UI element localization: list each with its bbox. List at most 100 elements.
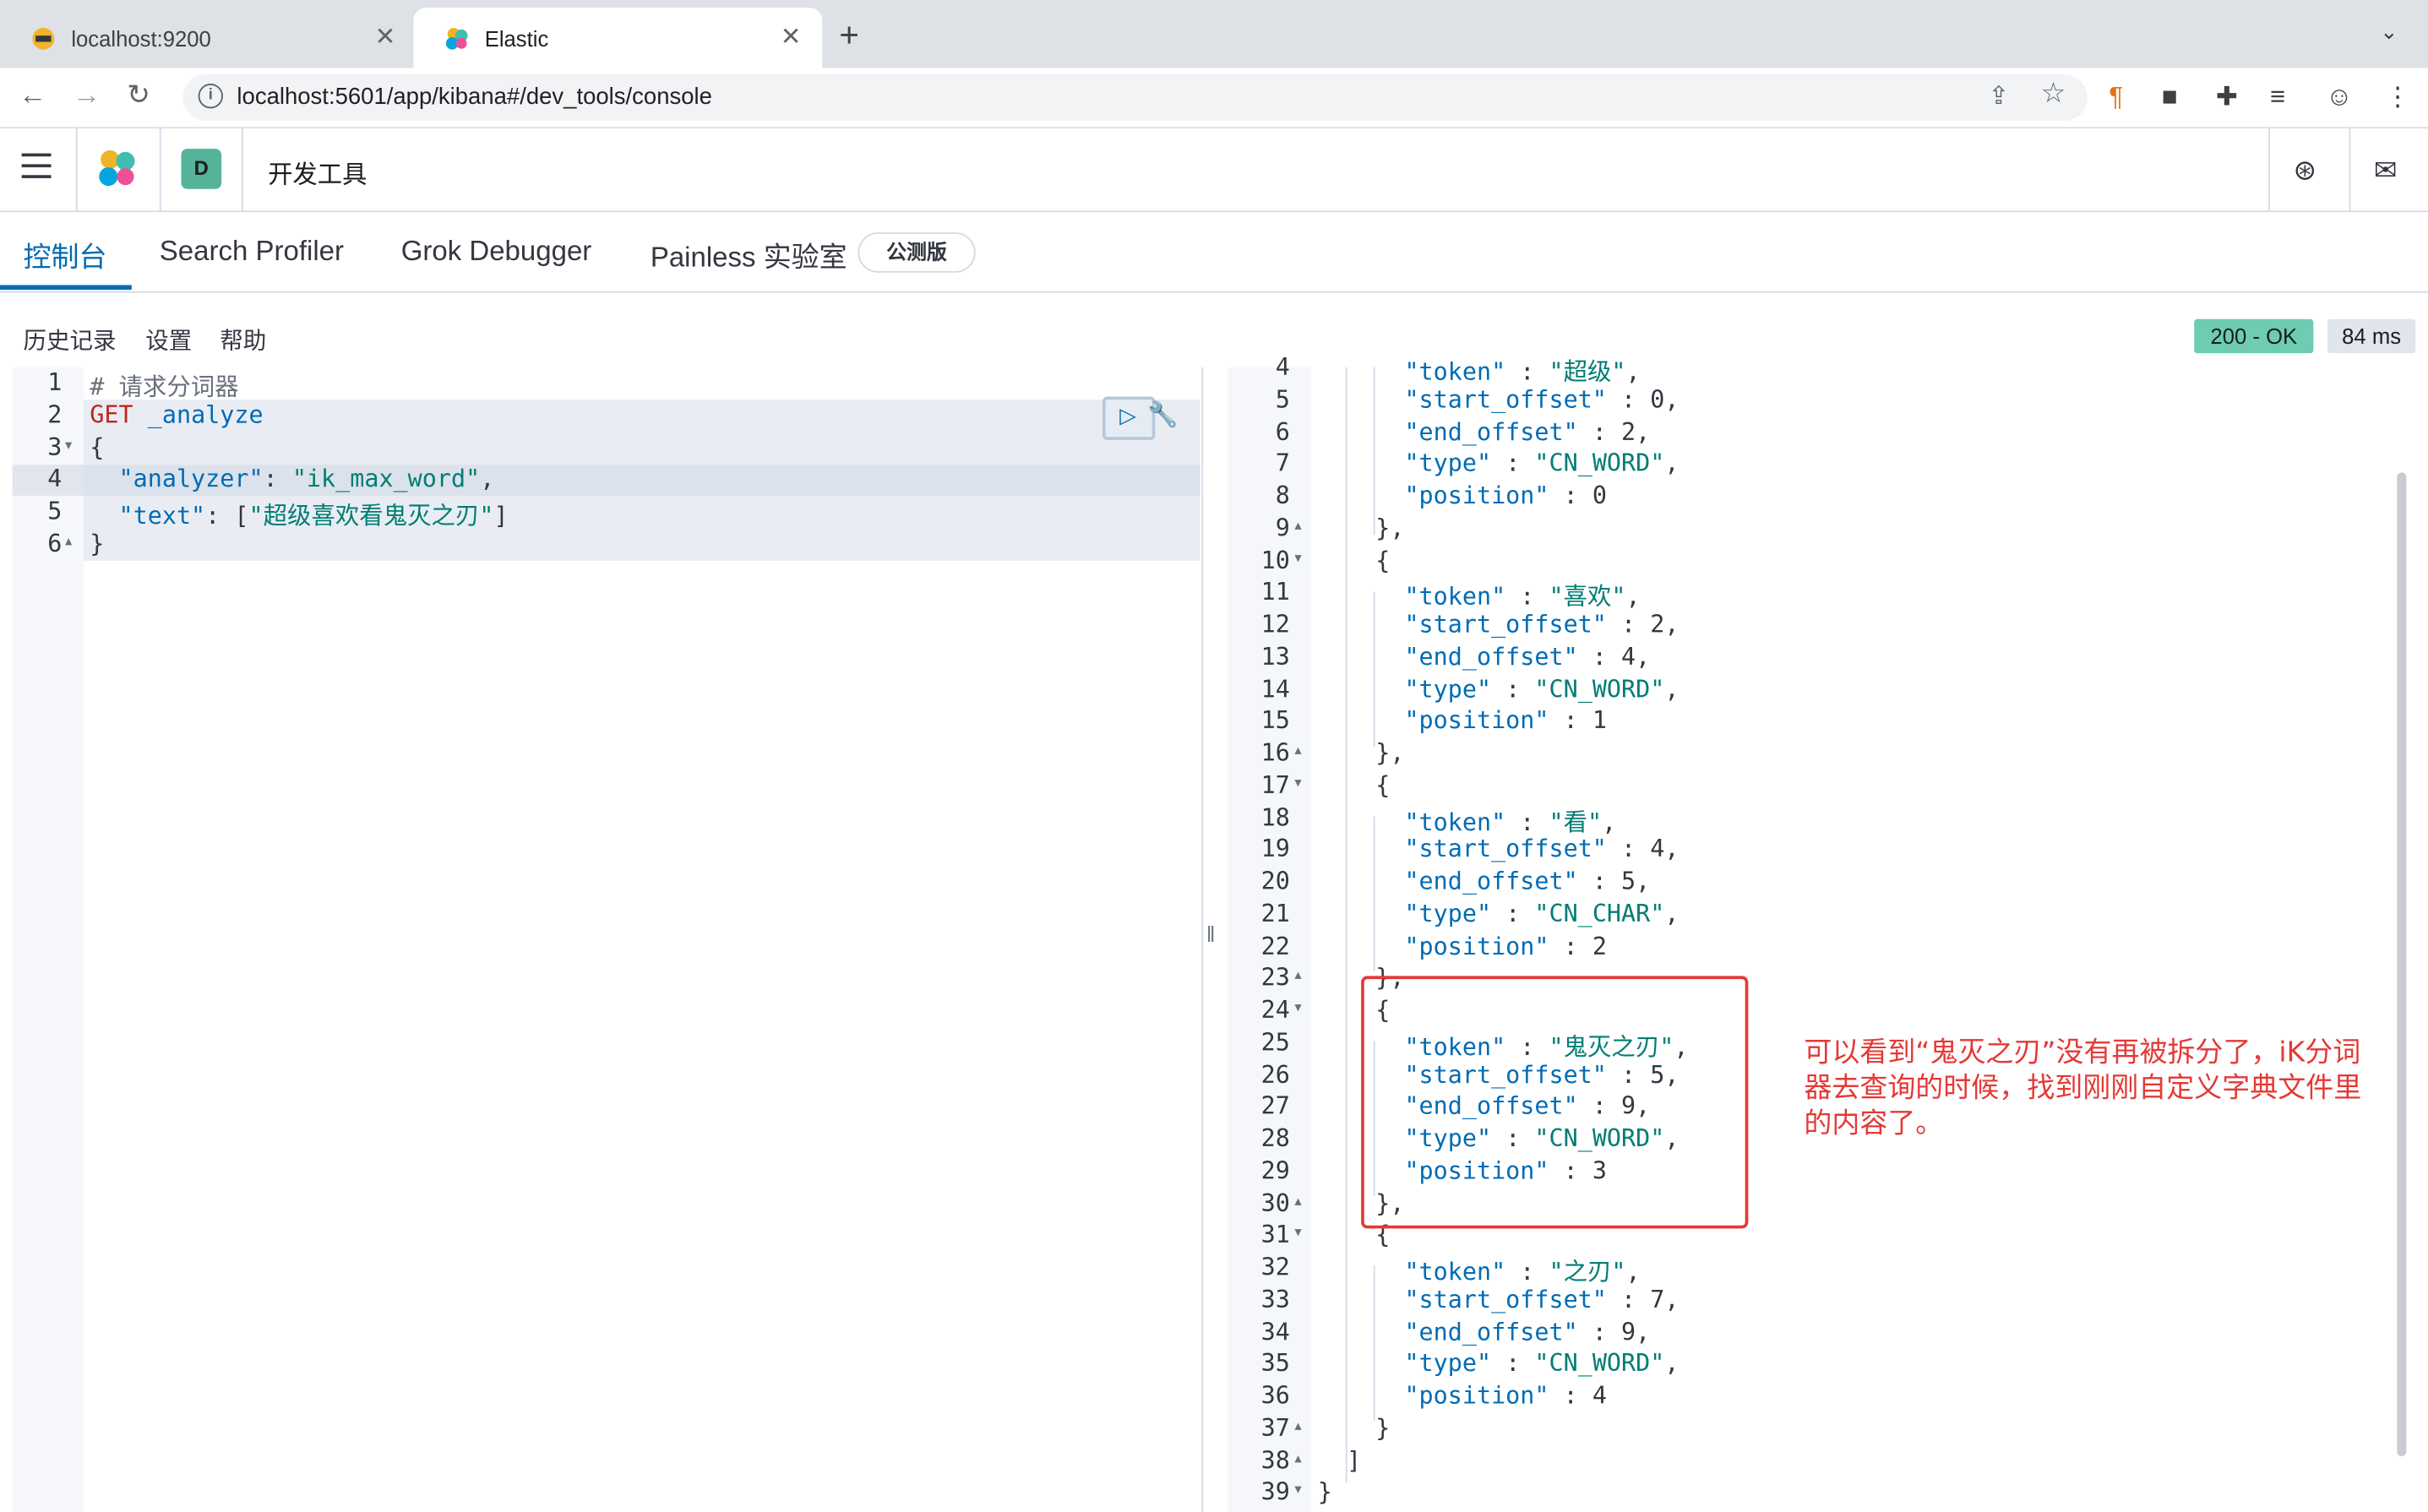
new-tab-button[interactable]: + [839, 15, 859, 56]
fold-toggle-icon[interactable]: ▾ [1294, 999, 1301, 1016]
site-info-icon[interactable]: i [198, 84, 223, 109]
indent-guide [1345, 367, 1347, 1483]
fold-toggle-icon[interactable]: ▴ [1294, 742, 1301, 759]
response-code-line: } [1317, 1414, 1391, 1443]
line-number: 31 [1260, 1221, 1290, 1249]
request-code-line[interactable]: "analyzer": "ik_max_word", [90, 465, 495, 493]
line-number: 18 [1260, 802, 1290, 831]
fold-toggle-icon[interactable]: ▾ [1294, 549, 1301, 566]
line-number: 6 [47, 530, 63, 558]
menu-hamburger-icon[interactable] [21, 153, 52, 187]
indent-guide [1373, 367, 1375, 535]
response-scrollbar[interactable] [2397, 472, 2407, 1456]
profile-avatar-icon[interactable]: ☺ [2326, 82, 2353, 113]
pilcrow-extension-icon[interactable]: ¶ [2109, 82, 2123, 113]
fold-toggle-icon[interactable]: ▴ [65, 533, 72, 550]
response-code-line: { [1317, 770, 1391, 799]
response-code-line: "position" : 4 [1404, 1381, 1607, 1410]
request-code-line[interactable]: { [90, 433, 104, 461]
response-code-line: "start_offset" : 4, [1404, 835, 1679, 864]
history-link[interactable]: 历史记录 [23, 324, 116, 356]
line-number: 28 [1260, 1124, 1290, 1153]
extensions-puzzle-icon[interactable]: ✚ [2216, 82, 2238, 113]
response-code-line: "type" : "CN_WORD", [1404, 1349, 1679, 1378]
tab-painless-lab[interactable]: Painless 实验室 [651, 236, 847, 276]
close-tab-icon[interactable]: ✕ [781, 22, 802, 53]
response-code-line: "token" : "看", [1404, 808, 1617, 836]
kibana-header: D 开发工具 ⊛ ✉ [0, 128, 2428, 213]
line-number: 4 [47, 465, 63, 493]
fold-toggle-icon[interactable]: ▴ [1294, 1417, 1301, 1434]
line-number: 26 [1260, 1060, 1290, 1089]
tab-console[interactable]: 控制台 [23, 236, 106, 276]
line-number: 23 [1260, 964, 1290, 993]
reload-icon[interactable]: ↻ [127, 79, 150, 112]
fold-toggle-icon[interactable]: ▾ [1294, 1224, 1301, 1241]
bookmark-star-icon[interactable]: ☆ [2041, 78, 2066, 111]
pane-resizer-handle[interactable]: ‖ [1206, 922, 1216, 946]
fold-toggle-icon[interactable]: ▴ [1294, 1192, 1301, 1209]
response-code-line: "type" : "CN_WORD", [1404, 674, 1679, 703]
response-code-line: "token" : "之刃", [1404, 1258, 1641, 1286]
request-code-line[interactable]: } [90, 530, 104, 557]
line-number: 32 [1260, 1253, 1290, 1281]
wrench-icon[interactable]: 🔧 [1147, 400, 1179, 431]
line-number: 10 [1260, 546, 1290, 574]
help-link[interactable]: 帮助 [220, 324, 266, 356]
fold-toggle-icon[interactable]: ▾ [65, 436, 72, 453]
browser-menu-icon[interactable]: ⋮ [2385, 82, 2411, 113]
response-code-line: "position" : 2 [1404, 932, 1607, 960]
tab-search-chevron-icon[interactable]: ⌄ [2380, 19, 2398, 45]
fold-toggle-icon[interactable]: ▾ [1294, 775, 1301, 791]
line-number: 13 [1260, 642, 1290, 671]
fold-toggle-icon[interactable]: ▴ [1294, 1449, 1301, 1466]
pane-divider [1201, 367, 1204, 1512]
address-bar[interactable]: i localhost:5601/app/kibana#/dev_tools/c… [182, 74, 2088, 122]
settings-link[interactable]: 设置 [145, 324, 192, 356]
line-number: 25 [1260, 1028, 1290, 1057]
line-number: 29 [1260, 1156, 1290, 1185]
request-code-line[interactable]: GET _analyze [90, 401, 263, 429]
line-number: 16 [1260, 738, 1290, 767]
extension-mask-icon[interactable]: ■ [2162, 82, 2178, 113]
response-code-line: "position" : 1 [1404, 706, 1607, 735]
beta-badge: 公测版 [857, 232, 976, 273]
response-time-badge: 84 ms [2327, 318, 2416, 354]
newsfeed-mail-icon[interactable]: ✉ [2374, 155, 2398, 188]
back-arrow-icon[interactable]: ← [19, 79, 46, 112]
response-code-line: "end_offset" : 5, [1404, 867, 1651, 896]
line-number: 14 [1260, 674, 1290, 703]
close-tab-icon[interactable]: ✕ [375, 22, 396, 53]
browser-tab-localhost[interactable]: localhost:9200 ✕ [0, 8, 412, 68]
fold-toggle-icon[interactable]: ▾ [1294, 1482, 1301, 1498]
space-avatar[interactable]: D [181, 149, 222, 189]
indent-guide [1373, 1265, 1375, 1421]
browser-tab-elastic[interactable]: Elastic ✕ [413, 8, 823, 68]
request-code-line[interactable]: "text": ["超级喜欢看鬼灭之刃"] [90, 498, 509, 531]
line-number: 20 [1260, 867, 1290, 896]
kibana-logo-icon[interactable] [96, 149, 139, 189]
fold-toggle-icon[interactable]: ▴ [1294, 517, 1301, 534]
tab-grok-debugger[interactable]: Grok Debugger [401, 236, 592, 269]
reading-list-icon[interactable]: ≡ [2270, 82, 2285, 113]
response-code-line: "token" : "超级", [1404, 357, 1641, 386]
tab-search-profiler[interactable]: Search Profiler [160, 236, 344, 269]
line-number: 11 [1260, 578, 1290, 606]
line-number: 21 [1260, 900, 1290, 928]
fold-toggle-icon[interactable]: ▴ [1294, 967, 1301, 984]
line-number: 6 [1275, 417, 1290, 446]
forward-arrow-icon[interactable]: → [73, 79, 101, 112]
elasticsearch-favicon-icon [32, 27, 55, 49]
active-tab-underline [0, 285, 132, 290]
request-code-line[interactable]: # 请求分词器 [90, 368, 238, 402]
share-icon[interactable]: ⇪ [1988, 80, 2009, 111]
line-number: 5 [1275, 385, 1290, 414]
line-number: 1 [47, 368, 63, 397]
line-number: 27 [1260, 1092, 1290, 1121]
response-code-line: "token" : "喜欢", [1404, 583, 1641, 612]
browser-toolbar: ← → ↻ i localhost:5601/app/kibana#/dev_t… [0, 68, 2428, 129]
response-code-line: "start_offset" : 7, [1404, 1285, 1679, 1313]
url-text[interactable]: localhost:5601/app/kibana#/dev_tools/con… [237, 84, 712, 110]
indent-guide [1373, 591, 1375, 747]
help-lifebuoy-icon[interactable]: ⊛ [2294, 155, 2317, 188]
